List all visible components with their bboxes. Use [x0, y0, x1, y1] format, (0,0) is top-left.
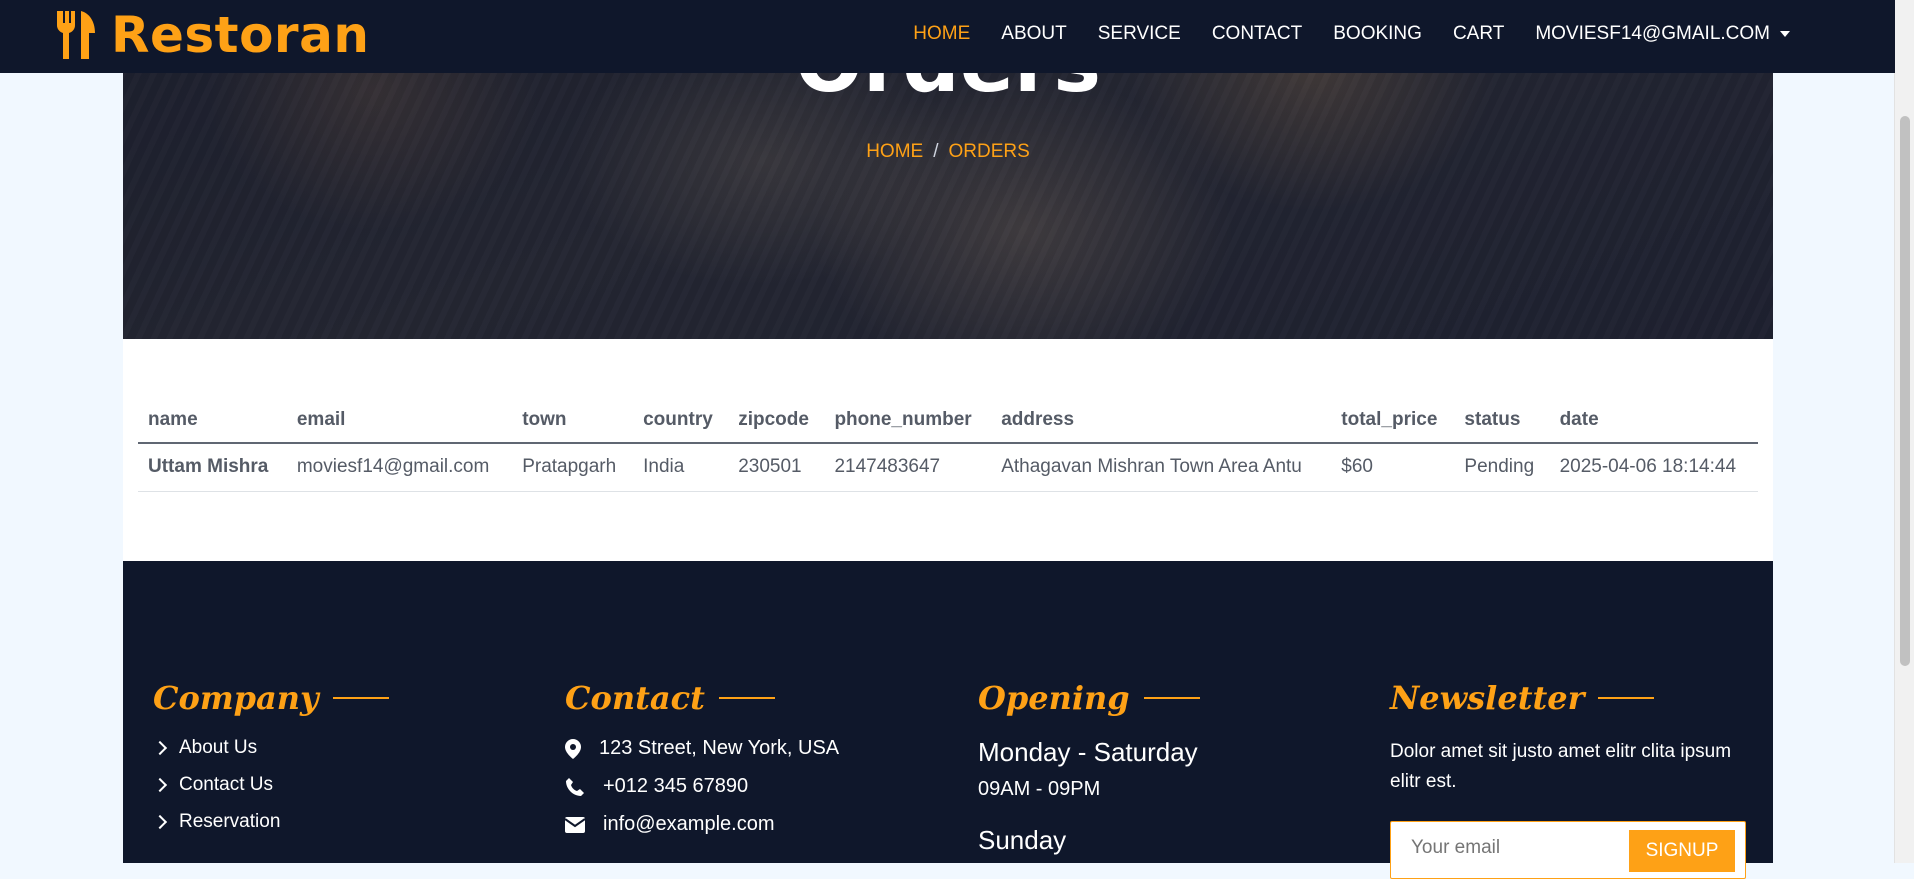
nav-about[interactable]: About	[1001, 23, 1066, 45]
newsletter-text: Dolor amet sit justo amet elitr clita ip…	[1390, 741, 1732, 792]
contact-phone: +012 345 67890	[565, 775, 839, 798]
page-scrollbar[interactable]	[1894, 0, 1914, 863]
contact-address-text: 123 Street, New York, USA	[599, 737, 840, 759]
column-header: address	[991, 398, 1332, 444]
chevron-right-icon	[152, 814, 168, 830]
map-marker-icon	[565, 738, 581, 759]
column-header: date	[1549, 398, 1758, 444]
column-header: phone_number	[824, 398, 992, 444]
cell-phone: 2147483647	[824, 443, 992, 492]
newsletter-email-input[interactable]	[1409, 836, 1613, 860]
footer-link-contact[interactable]: Contact Us	[152, 774, 389, 796]
cell-status: Pending	[1454, 443, 1550, 492]
user-email: moviesf14@gmail.com	[1535, 23, 1770, 44]
envelope-icon	[565, 816, 585, 833]
signup-button[interactable]: SignUp	[1629, 830, 1735, 872]
footer-company: Company About Us Contact Us Reservation	[152, 679, 389, 848]
footer-company-title: Company	[153, 679, 389, 717]
column-header: town	[512, 398, 634, 444]
column-header: total_price	[1331, 398, 1455, 444]
opening-hours-weekday: 09AM - 09PM	[978, 778, 1101, 800]
footer-link-label: About Us	[179, 737, 258, 758]
nav-contact[interactable]: Contact	[1212, 23, 1302, 45]
scrollbar-thumb[interactable]	[1900, 116, 1910, 666]
opening-days-sunday: Sunday	[978, 825, 1067, 855]
orders-section: name email town country zipcode phone_nu…	[123, 339, 1773, 561]
chevron-right-icon	[152, 777, 168, 793]
chevron-right-icon	[152, 740, 168, 756]
contact-email: info@example.com	[565, 813, 839, 836]
table-header-row: name email town country zipcode phone_nu…	[138, 398, 1758, 444]
utensils-icon	[55, 9, 97, 61]
cell-town: Pratapgarh	[512, 443, 634, 492]
cell-address: Athagavan Mishran Town Area Antu	[991, 443, 1332, 492]
caret-down-icon	[1780, 31, 1790, 37]
nav-menu: Home About Service Contact Booking Cart …	[882, 0, 1895, 68]
footer-opening: Opening Monday - Saturday 09AM - 09PM Su…	[978, 679, 1200, 866]
nav-cart[interactable]: Cart	[1453, 23, 1504, 45]
nav-service[interactable]: Service	[1098, 23, 1181, 45]
cell-total-price: $60	[1331, 443, 1455, 492]
footer-link-label: Reservation	[179, 811, 281, 832]
footer-link-label: Contact Us	[179, 774, 273, 795]
cell-country: India	[633, 443, 729, 492]
newsletter-form: SignUp	[1390, 821, 1746, 879]
cell-email: moviesf14@gmail.com	[286, 443, 513, 492]
table-row: Uttam Mishra moviesf14@gmail.com Pratapg…	[138, 443, 1758, 492]
breadcrumb-current: Orders	[948, 141, 1030, 162]
cell-date: 2025-04-06 18:14:44	[1549, 443, 1758, 492]
phone-icon	[565, 777, 585, 797]
cell-name: Uttam Mishra	[138, 443, 287, 492]
footer-newsletter-title: Newsletter	[1390, 679, 1746, 717]
navbar: Restoran Home About Service Contact Book…	[0, 0, 1895, 73]
breadcrumb: Home / Orders	[123, 141, 1773, 163]
column-header: zipcode	[728, 398, 825, 444]
footer-contact: Contact 123 Street, New York, USA +012 3…	[565, 679, 839, 851]
contact-email-text[interactable]: info@example.com	[603, 813, 774, 836]
column-header: country	[633, 398, 729, 444]
nav-booking[interactable]: Booking	[1333, 23, 1422, 45]
footer-link-reservation[interactable]: Reservation	[152, 811, 389, 833]
column-header: name	[138, 398, 287, 444]
orders-table: name email town country zipcode phone_nu…	[138, 398, 1758, 492]
column-header: email	[286, 398, 513, 444]
contact-address: 123 Street, New York, USA	[565, 737, 839, 760]
opening-days-weekday: Monday - Saturday	[978, 737, 1198, 767]
footer-link-about[interactable]: About Us	[152, 737, 389, 759]
footer-opening-title: Opening	[978, 679, 1200, 717]
user-dropdown[interactable]: moviesf14@gmail.com	[1535, 23, 1790, 45]
footer-contact-title: Contact	[565, 679, 839, 717]
cell-zipcode: 230501	[728, 443, 825, 492]
footer-newsletter: Newsletter Dolor amet sit justo amet eli…	[1390, 679, 1746, 879]
brand-logo[interactable]: Restoran	[55, 6, 369, 64]
footer: Company About Us Contact Us Reservation …	[123, 561, 1773, 879]
brand-name: Restoran	[111, 6, 370, 64]
nav-home[interactable]: Home	[913, 23, 970, 45]
contact-phone-text: +012 345 67890	[603, 775, 749, 797]
breadcrumb-separator: /	[933, 141, 939, 162]
column-header: status	[1454, 398, 1550, 444]
breadcrumb-home[interactable]: Home	[866, 141, 923, 162]
